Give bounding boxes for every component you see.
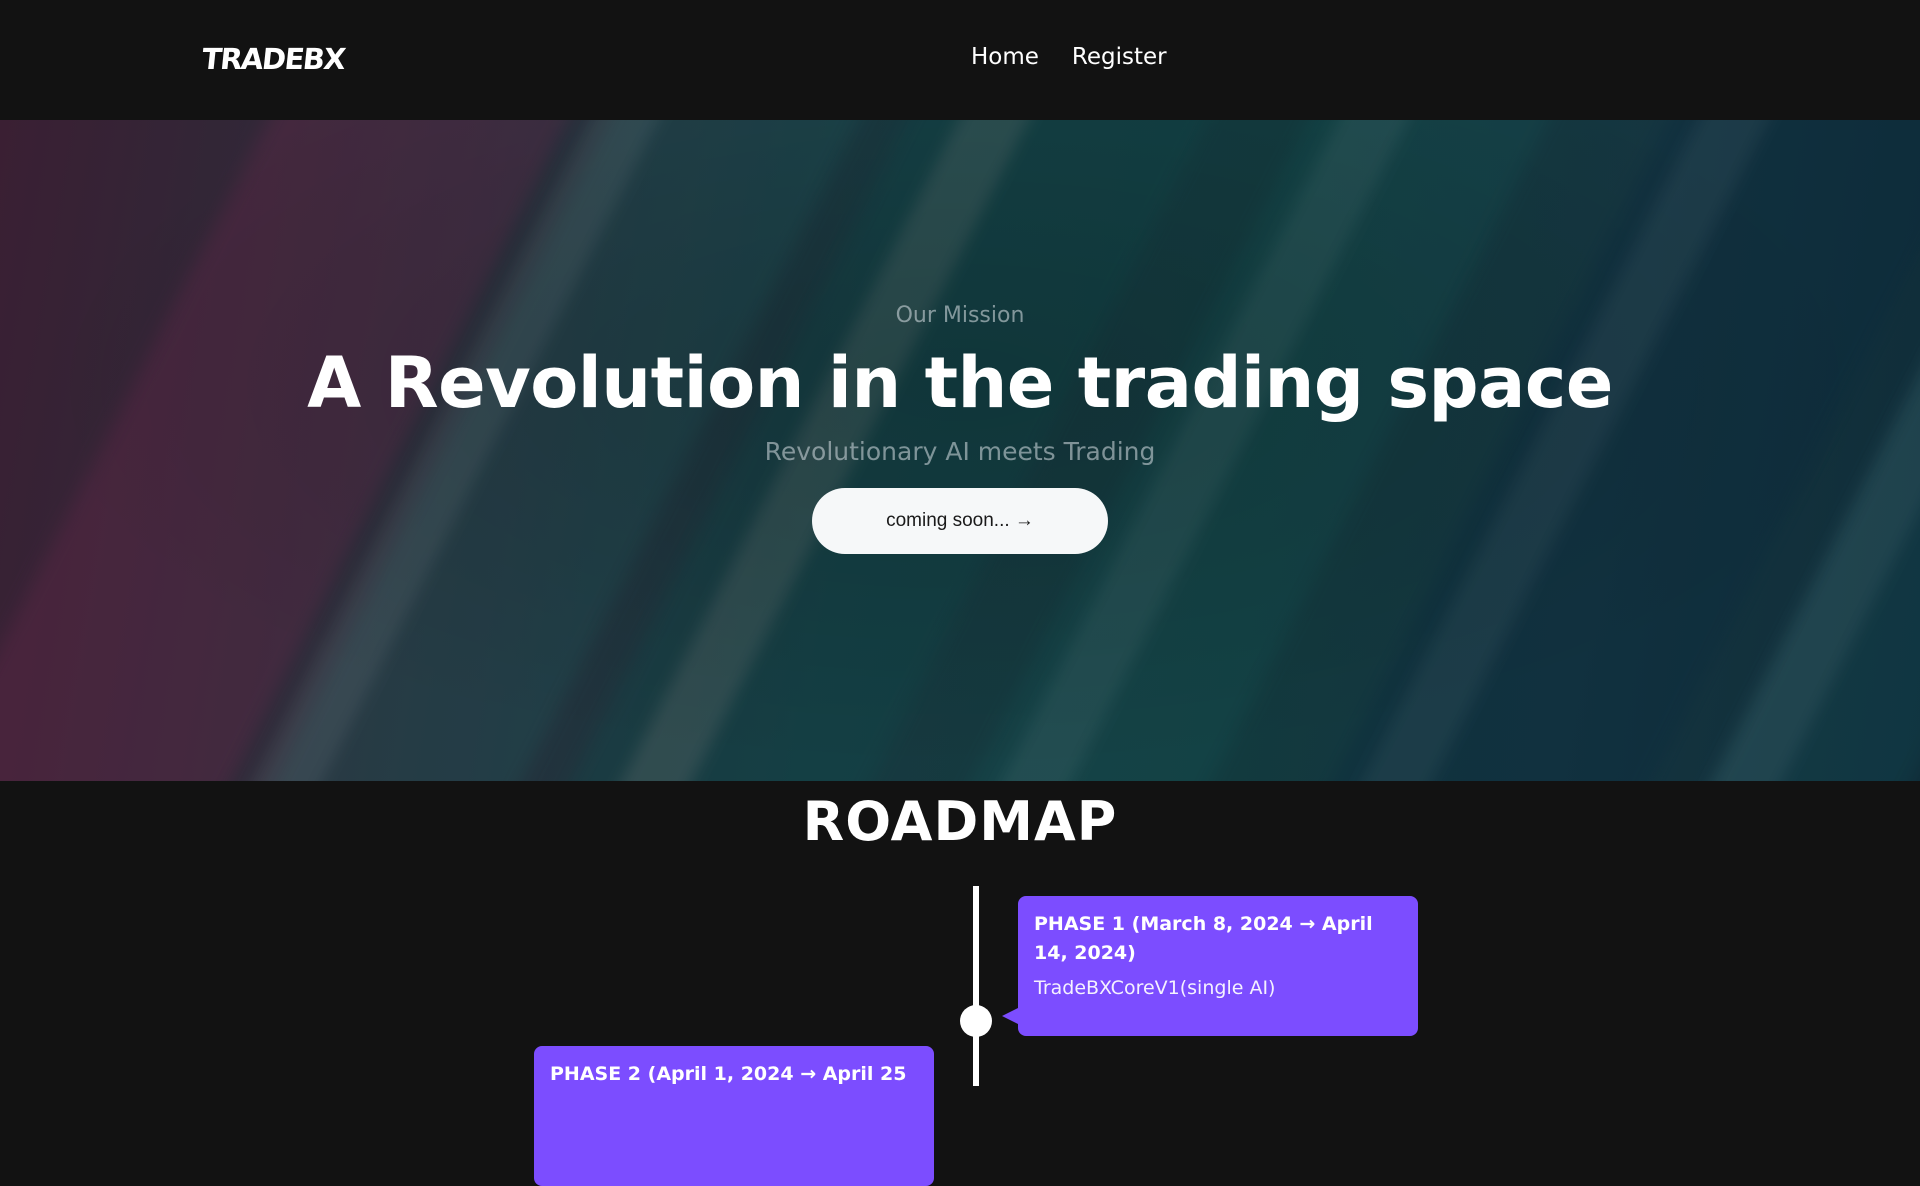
site-header: TRADEBX Home Register [0, 0, 1920, 120]
coming-soon-button[interactable]: coming soon... → [812, 488, 1108, 554]
roadmap-title: ROADMAP [802, 790, 1118, 853]
phase-description: TradeBXCoreV1(single AI) [1034, 977, 1276, 999]
roadmap-phase-card: PHASE 1 (March 8, 2024 → April 14, 2024)… [1002, 896, 1418, 1036]
hero-title: A Revolution in the trading space [307, 342, 1613, 424]
timeline-line [973, 886, 979, 1086]
tradebx-logo[interactable]: TRADEBX [200, 42, 346, 76]
phase-title: PHASE 2 (April 1, 2024 → April 25 [550, 1063, 907, 1085]
phase-title: PHASE 1 (March 8, 2024 → April 14, 2024) [1034, 913, 1373, 964]
nav-link-home[interactable]: Home [971, 44, 1039, 70]
hero-subtitle: Revolutionary AI meets Trading [764, 437, 1156, 466]
timeline-dot [960, 1005, 992, 1037]
hero-section: Our Mission A Revolution in the trading … [0, 120, 1920, 781]
main-nav: Home Register [971, 44, 1167, 70]
roadmap-phase-card: PHASE 2 (April 1, 2024 → April 25 [534, 1046, 934, 1186]
nav-link-register[interactable]: Register [1072, 44, 1167, 70]
hero-eyebrow: Our Mission [895, 303, 1025, 328]
